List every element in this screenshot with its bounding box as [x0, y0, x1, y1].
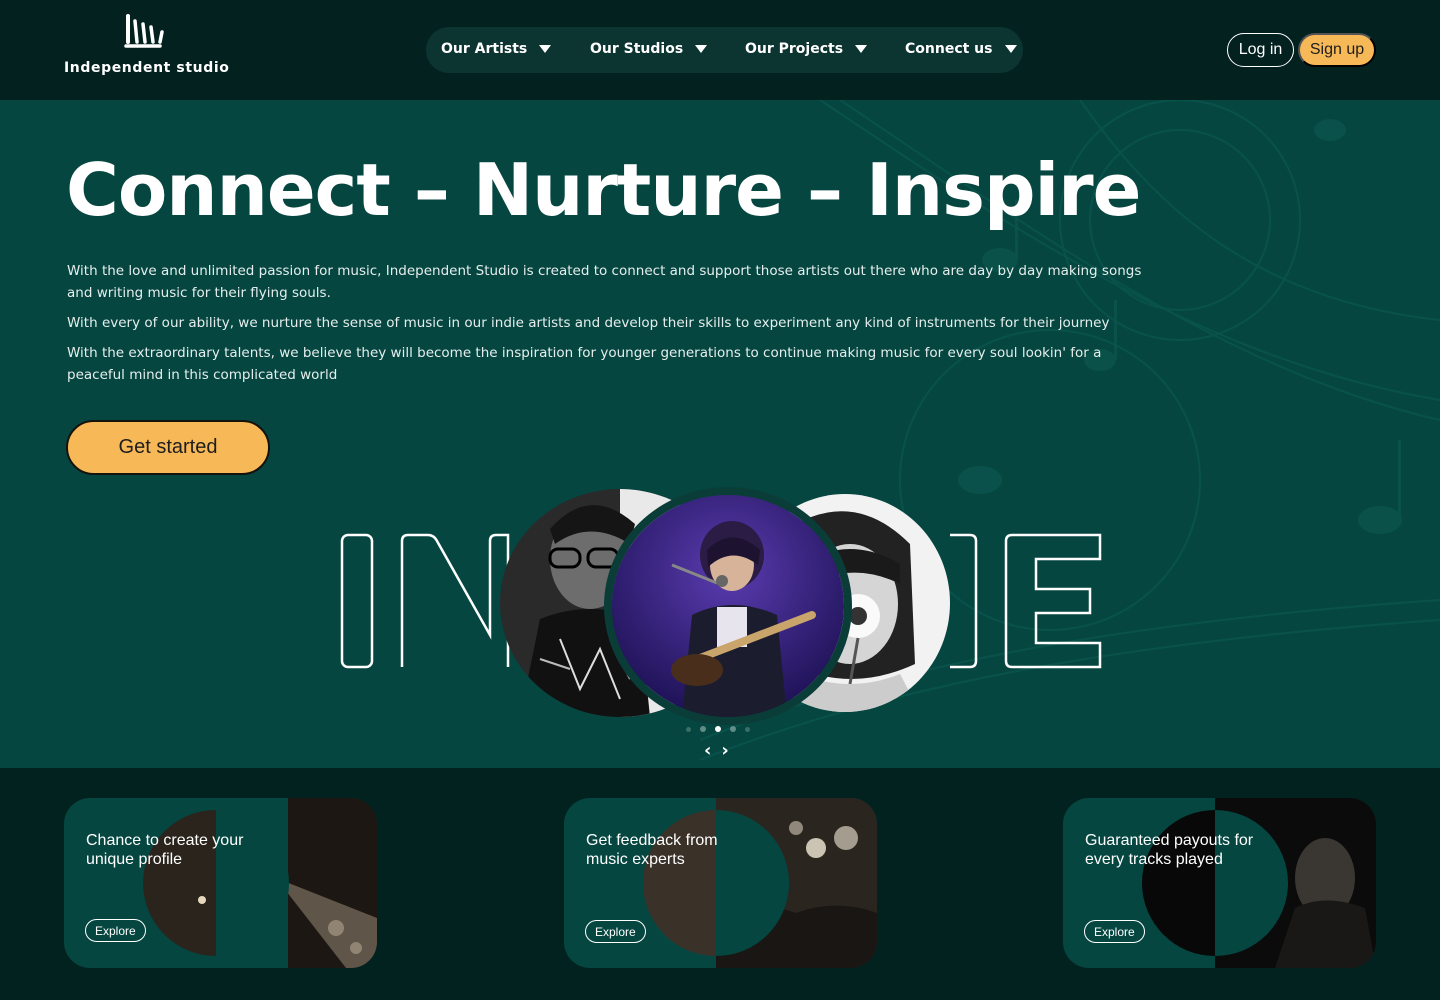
- nav-label: Our Artists: [441, 41, 528, 57]
- nav-label: Our Projects: [745, 41, 844, 57]
- nav-our-studios[interactable]: Our Studios: [590, 41, 708, 57]
- explore-button[interactable]: Explore: [1084, 920, 1145, 943]
- hero-paragraph-nurture: With every of our ability, we nurture th…: [67, 315, 1110, 331]
- nav-our-projects[interactable]: Our Projects: [745, 41, 868, 57]
- slider-pagination: [686, 726, 750, 732]
- logo-hand-icon: [124, 14, 164, 48]
- nav-label: Our Studios: [590, 41, 684, 57]
- caret-down-icon: [1004, 45, 1017, 53]
- hero-title: Connect – Nurture – Inspire: [66, 148, 1142, 232]
- slider-arrows: ‹ ›: [704, 740, 729, 761]
- card-title: Guaranteed payouts for every tracks play…: [1085, 832, 1254, 868]
- artist-photo-center[interactable]: [604, 487, 852, 725]
- caret-down-icon: [539, 45, 552, 53]
- brand-name: Independent studio: [64, 60, 230, 76]
- caret-down-icon: [855, 45, 868, 53]
- card-title: Get feedback from music experts: [586, 832, 718, 868]
- signup-button[interactable]: Sign up: [1298, 33, 1376, 67]
- get-started-button[interactable]: Get started: [66, 420, 270, 475]
- explore-button[interactable]: Explore: [85, 919, 146, 942]
- login-button[interactable]: Log in: [1227, 33, 1294, 67]
- chevron-left-icon[interactable]: ‹: [704, 740, 711, 761]
- feature-card-feedback[interactable]: Get feedback from music experts Explore: [564, 798, 877, 968]
- slider-dot[interactable]: [745, 726, 750, 732]
- slider-dot[interactable]: [686, 726, 691, 732]
- slider-dot[interactable]: [700, 726, 706, 732]
- slider-dot-active[interactable]: [715, 726, 721, 732]
- chevron-right-icon[interactable]: ›: [721, 740, 728, 761]
- slider-dot[interactable]: [730, 726, 736, 732]
- hero-section: Connect – Nurture – Inspire With the lov…: [0, 100, 1440, 768]
- site-header: Independent studio Our Artists Our Studi…: [0, 0, 1440, 100]
- main-nav: Our Artists Our Studios Our Projects Con…: [426, 27, 1023, 73]
- feature-card-payouts[interactable]: Guaranteed payouts for every tracks play…: [1063, 798, 1376, 968]
- nav-our-artists[interactable]: Our Artists: [441, 41, 552, 57]
- feature-card-profile[interactable]: Chance to create your unique profile Exp…: [64, 798, 377, 968]
- brand-logo[interactable]: Independent studio: [64, 12, 229, 82]
- explore-button[interactable]: Explore: [585, 920, 646, 943]
- hero-paragraph-inspire: With the extraordinary talents, we belie…: [67, 345, 1102, 383]
- nav-connect-us[interactable]: Connect us: [905, 41, 1017, 57]
- nav-label: Connect us: [905, 41, 993, 57]
- card-title: Chance to create your unique profile: [86, 832, 244, 868]
- caret-down-icon: [695, 45, 708, 53]
- hero-paragraph-connect: With the love and unlimited passion for …: [67, 263, 1142, 301]
